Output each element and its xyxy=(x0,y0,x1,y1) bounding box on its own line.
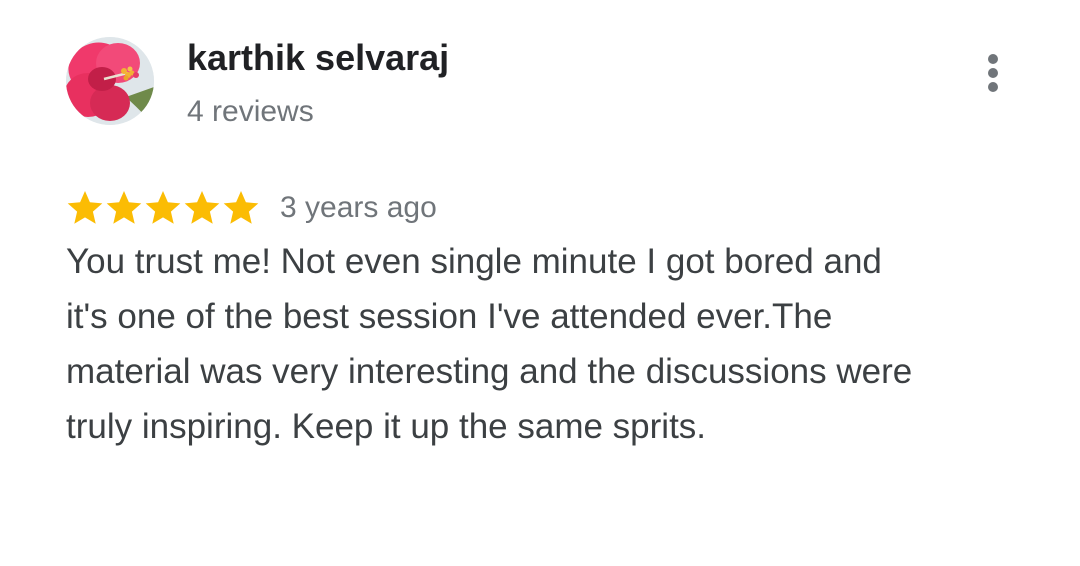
review-time: 3 years ago xyxy=(280,191,437,224)
rating-row: 3 years ago xyxy=(66,186,437,230)
more-vert-icon xyxy=(988,54,998,64)
review-text: You trust me! Not even single minute I g… xyxy=(66,242,913,446)
star-icon xyxy=(144,189,182,227)
star-icon xyxy=(66,189,104,227)
review-card: karthik selvaraj 4 reviews 3 years ago Y… xyxy=(0,0,1080,566)
author-name[interactable]: karthik selvaraj xyxy=(187,36,449,80)
author-review-count: 4 reviews xyxy=(187,95,314,128)
star-icon xyxy=(222,189,260,227)
hibiscus-flower-icon xyxy=(66,37,154,125)
more-vert-icon-dot xyxy=(988,68,998,78)
more-options-button[interactable] xyxy=(968,48,1018,98)
more-vert-icon-dot xyxy=(988,82,998,92)
star-icon xyxy=(183,189,221,227)
star-rating xyxy=(66,189,260,227)
author-avatar[interactable] xyxy=(66,37,154,125)
star-icon xyxy=(105,189,143,227)
